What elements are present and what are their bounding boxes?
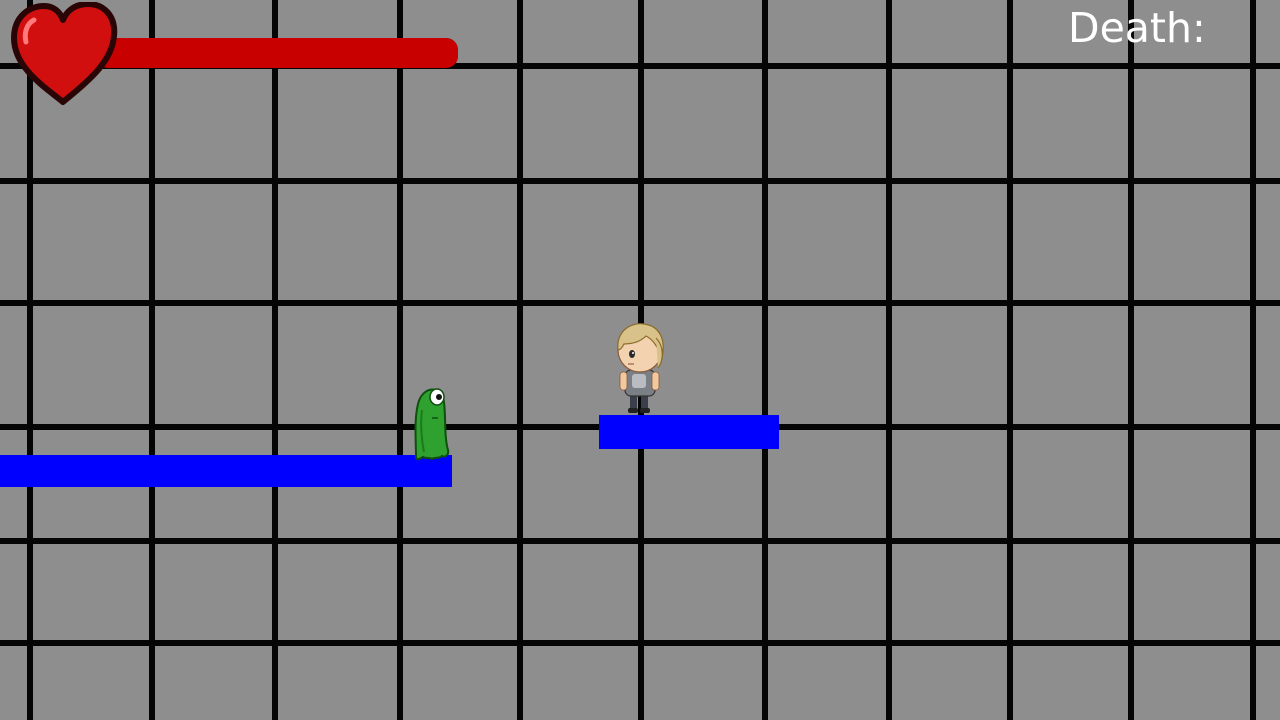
grid-line xyxy=(1007,0,1013,720)
heart-icon xyxy=(11,2,118,105)
grid-line xyxy=(0,178,1280,184)
player-character xyxy=(617,323,664,413)
platform-left xyxy=(0,455,452,487)
grid-line xyxy=(0,300,1280,306)
death-counter-label: Death: xyxy=(1068,4,1206,52)
grid-line xyxy=(517,0,523,720)
grid-line xyxy=(1250,0,1256,720)
grid-line xyxy=(0,538,1280,544)
green-slime-enemy xyxy=(414,388,450,460)
grid-line xyxy=(0,640,1280,646)
grid-line xyxy=(1128,0,1134,720)
grid-line xyxy=(397,0,403,720)
grid-line xyxy=(272,0,278,720)
game-stage: Death: xyxy=(0,0,1280,720)
grid-line xyxy=(762,0,768,720)
death-counter: Death: xyxy=(1068,4,1216,52)
grid-line xyxy=(149,0,155,720)
grid-line xyxy=(886,0,892,720)
health-bar xyxy=(96,38,458,68)
platform-middle xyxy=(599,415,779,449)
health-bar-fill xyxy=(96,38,458,68)
